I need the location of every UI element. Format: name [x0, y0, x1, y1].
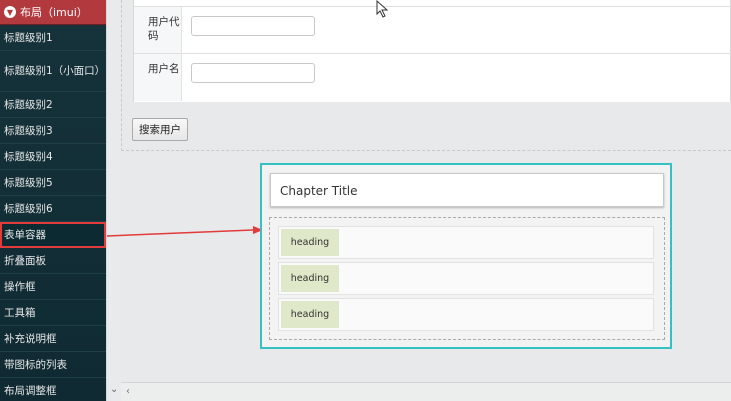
list-item: heading [278, 262, 654, 295]
list-item: heading [278, 226, 654, 259]
sidebar-item-collapse-panel[interactable]: 折叠面板 [0, 248, 106, 274]
user-name-label: 用户名 [134, 54, 182, 101]
chevron-down-icon: ▼ [4, 6, 16, 18]
list-item: heading [278, 298, 654, 331]
user-name-field[interactable] [191, 63, 315, 83]
sidebar-item-toolbox[interactable]: 工具箱 [0, 300, 106, 326]
form-container-demo: Chapter Title heading heading heading [260, 163, 672, 349]
sidebar-item-layout-resize[interactable]: 布局调整框 [0, 378, 106, 401]
sidebar-scrollbar[interactable]: ⌄ [106, 0, 121, 401]
sidebar-item-heading-5[interactable]: 标题级别5 [0, 170, 106, 196]
sidebar-item-action-box[interactable]: 操作框 [0, 274, 106, 300]
user-code-label: 用户代码 [134, 7, 182, 54]
sidebar-item-heading-1-small[interactable]: 标题级别1（小面口） [0, 51, 106, 92]
sidebar-item-form-container[interactable]: 表单容器 [0, 222, 106, 248]
row-heading: heading [281, 301, 339, 328]
row-heading: heading [281, 229, 339, 256]
arrow-icon [106, 226, 263, 237]
sidebar-header[interactable]: ▼ 布局（imui） [0, 0, 106, 25]
chevron-left-icon[interactable]: ‹ [126, 386, 130, 397]
form-row-user-code: 用户代码 [134, 6, 731, 54]
sidebar-item-heading-6[interactable]: 标题级别6 [0, 196, 106, 222]
search-user-button[interactable]: 搜索用户 [132, 118, 188, 141]
mouse-cursor-icon [376, 0, 389, 18]
form-container-body: heading heading heading [269, 217, 665, 340]
sidebar-item-note-box[interactable]: 补充说明框 [0, 326, 106, 352]
chevron-down-icon[interactable]: ⌄ [110, 384, 118, 395]
sidebar-item-heading-1[interactable]: 标题级别1 [0, 25, 106, 51]
sidebar-header-label: 布局（imui） [20, 6, 88, 19]
row-heading: heading [281, 265, 339, 292]
sidebar-item-heading-3[interactable]: 标题级别3 [0, 118, 106, 144]
user-search-form: 用户代码 用户名 [133, 0, 731, 102]
sidebar-item-heading-2[interactable]: 标题级别2 [0, 92, 106, 118]
form-row-user-name: 用户名 [134, 53, 731, 101]
sidebar: ▼ 布局（imui） 标题级别1 标题级别1（小面口） 标题级别2 标题级别3 … [0, 0, 106, 401]
user-code-field[interactable] [191, 16, 315, 36]
sidebar-item-heading-4[interactable]: 标题级别4 [0, 144, 106, 170]
horizontal-scrollbar[interactable]: ‹ [121, 382, 731, 401]
sidebar-item-icon-list[interactable]: 带图标的列表 [0, 352, 106, 378]
chapter-title: Chapter Title [270, 173, 664, 207]
